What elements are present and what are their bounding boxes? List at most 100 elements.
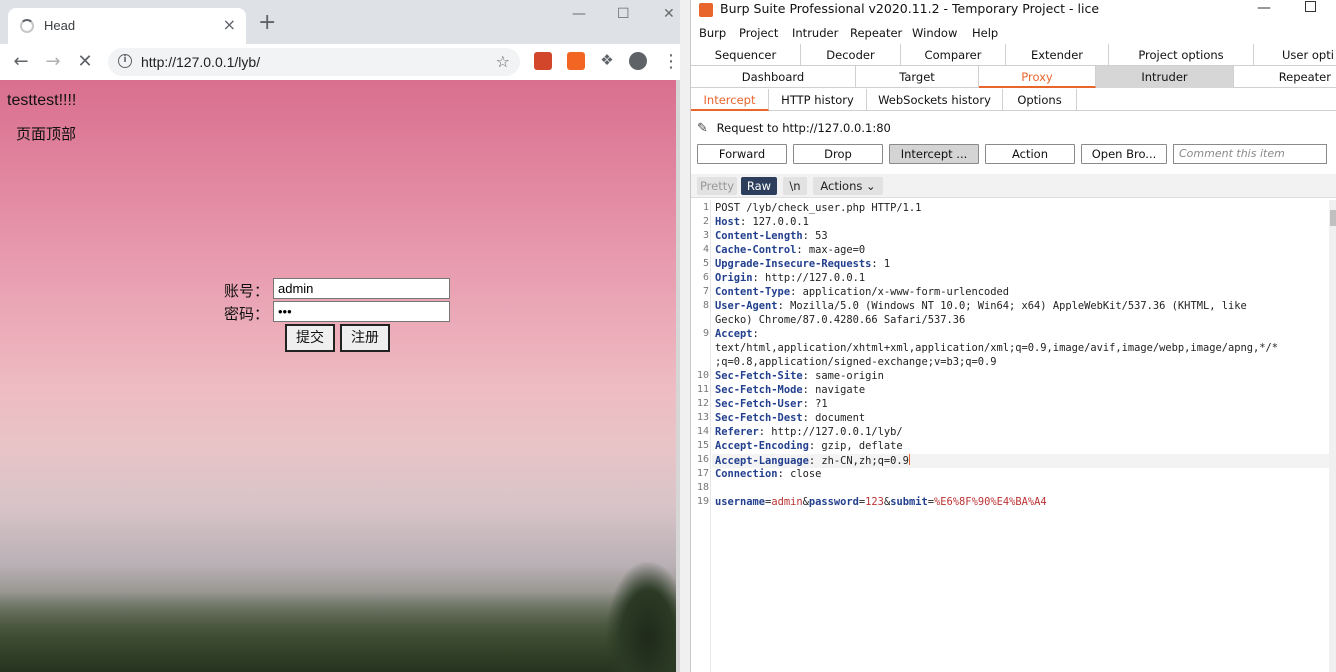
editor-scrollbar[interactable] [1329, 200, 1336, 672]
request-line[interactable]: Upgrade-Insecure-Requests: 1 [715, 258, 890, 270]
password-input[interactable] [273, 301, 450, 322]
new-tab-button[interactable]: + [258, 12, 276, 34]
header-name: Accept [715, 328, 753, 340]
profile-avatar-icon[interactable] [629, 52, 647, 70]
close-window-button[interactable]: ✕ [663, 6, 675, 22]
menu-repeater[interactable]: Repeater [850, 26, 902, 40]
submit-button[interactable]: 提交 [285, 324, 335, 352]
line-number: 5 [702, 258, 709, 269]
browser-tab[interactable]: Head × [8, 8, 246, 44]
tab-proxy[interactable]: Proxy [979, 66, 1096, 88]
intercept-toggle-button[interactable]: Intercept ... [889, 144, 979, 164]
menu-window[interactable]: Window [912, 26, 957, 40]
actions-dropdown[interactable]: Actions ⌄ [813, 177, 883, 195]
tab-dashboard[interactable]: Dashboard [691, 66, 856, 88]
pretty-tab[interactable]: Pretty [697, 177, 737, 195]
account-input[interactable] [273, 278, 450, 299]
header-name: Origin [715, 272, 753, 284]
line-number: 3 [702, 230, 709, 241]
raw-tab[interactable]: Raw [741, 177, 777, 195]
request-line[interactable]: Origin: http://127.0.0.1 [715, 272, 865, 284]
tab-repeater[interactable]: Repeater [1234, 66, 1336, 88]
menu-intruder[interactable]: Intruder [792, 26, 838, 40]
line-number: 14 [696, 426, 709, 437]
maximize-button[interactable]: ☐ [617, 6, 630, 22]
password-label: 密码： [224, 305, 270, 323]
bookmark-star-icon[interactable]: ☆ [496, 52, 510, 71]
menu-help[interactable]: Help [972, 26, 998, 40]
browser-toolbar: ← → ✕ i http://127.0.0.1/lyb/ ☆ ❖ ⋮ [0, 44, 680, 80]
burp-extension-icon[interactable] [567, 52, 585, 70]
request-line[interactable]: Accept-Language: zh-CN,zh;q=0.9 [715, 454, 910, 467]
tab-project-options[interactable]: Project options [1109, 44, 1254, 66]
menu-burp[interactable]: Burp [699, 26, 726, 40]
url-text[interactable]: http://127.0.0.1/lyb/ [141, 54, 260, 70]
tab-extender[interactable]: Extender [1006, 44, 1109, 66]
subtab-options[interactable]: Options [1003, 89, 1077, 111]
request-line[interactable]: Gecko) Chrome/87.0.4280.66 Safari/537.36 [715, 314, 965, 326]
request-line[interactable]: Content-Type: application/x-www-form-url… [715, 286, 1009, 298]
tab-intruder[interactable]: Intruder [1096, 66, 1234, 88]
address-bar[interactable]: i http://127.0.0.1/lyb/ ☆ [108, 48, 520, 76]
tab-target[interactable]: Target [856, 66, 979, 88]
request-editor[interactable]: 1 2 3 4 5 6 7 8 9 10 11 12 13 14 15 16 17 18 19 POST /lyb/… [691, 200, 1336, 672]
subtab-websockets-history[interactable]: WebSockets history [867, 89, 1003, 111]
line-number: 9 [702, 328, 709, 339]
action-button[interactable]: Action [985, 144, 1075, 164]
background-grass [0, 592, 676, 672]
forward-arrow-icon[interactable]: → [42, 51, 64, 72]
back-arrow-icon[interactable]: ← [10, 51, 32, 72]
tab-user-options[interactable]: User opti [1254, 44, 1336, 66]
browser-menu-icon[interactable]: ⋮ [660, 51, 682, 72]
tab-sequencer[interactable]: Sequencer [691, 44, 801, 66]
request-line[interactable]: Sec-Fetch-Mode: navigate [715, 384, 865, 396]
request-line[interactable]: ;q=0.8,application/signed-exchange;v=b3;… [715, 356, 997, 368]
drop-button[interactable]: Drop [793, 144, 883, 164]
header-name: Sec-Fetch-Site [715, 370, 803, 382]
scrollbar-thumb[interactable] [1330, 210, 1336, 226]
header-name: Accept-Language [715, 455, 809, 467]
request-line[interactable]: username=admin&password=123&submit=%E6%8… [715, 496, 1047, 508]
request-line[interactable]: Content-Length: 53 [715, 230, 828, 242]
open-browser-button[interactable]: Open Bro... [1081, 144, 1167, 164]
request-line[interactable]: Cache-Control: max-age=0 [715, 244, 865, 256]
request-line[interactable]: Sec-Fetch-Site: same-origin [715, 370, 884, 382]
stop-loading-icon[interactable]: ✕ [74, 51, 96, 72]
extensions-puzzle-icon[interactable]: ❖ [596, 51, 618, 69]
request-line[interactable]: Host: 127.0.0.1 [715, 216, 809, 228]
request-line[interactable]: Accept-Encoding: gzip, deflate [715, 440, 903, 452]
subtab-intercept[interactable]: Intercept [691, 89, 769, 111]
burp-maximize-button[interactable] [1305, 1, 1316, 12]
window-splitter[interactable] [676, 80, 680, 672]
extension-icon[interactable] [534, 52, 552, 70]
param-value: %E6%8F%90%E4%BA%A4 [934, 496, 1047, 508]
param-name: password [808, 496, 859, 508]
burp-minimize-button[interactable]: — [1257, 0, 1271, 16]
request-line[interactable]: Sec-Fetch-User: ?1 [715, 398, 828, 410]
request-line[interactable]: Accept: [715, 328, 765, 340]
request-line[interactable]: text/html,application/xhtml+xml,applicat… [715, 342, 1278, 354]
line-number: 8 [702, 300, 709, 311]
site-info-icon[interactable]: i [118, 54, 132, 68]
tab-decoder[interactable]: Decoder [801, 44, 901, 66]
desktop: Head × + — ☐ ✕ ← → ✕ i http://127.0.0.1/… [0, 0, 1336, 672]
comment-input[interactable]: Comment this item [1173, 144, 1327, 164]
request-line[interactable]: Sec-Fetch-Dest: document [715, 412, 865, 424]
request-line[interactable]: POST /lyb/check_user.php HTTP/1.1 [715, 202, 921, 214]
line-number: 4 [702, 244, 709, 255]
request-line[interactable]: Connection: close [715, 468, 821, 480]
menu-project[interactable]: Project [739, 26, 778, 40]
minimize-button[interactable]: — [572, 6, 586, 22]
line-number: 7 [702, 286, 709, 297]
request-line[interactable]: Referer: http://127.0.0.1/lyb/ [715, 426, 903, 438]
header-name: Sec-Fetch-Dest [715, 412, 803, 424]
request-line[interactable]: User-Agent: Mozilla/5.0 (Windows NT 10.0… [715, 300, 1247, 312]
subtab-http-history[interactable]: HTTP history [769, 89, 867, 111]
forward-button[interactable]: Forward [697, 144, 787, 164]
browser-window: Head × + — ☐ ✕ ← → ✕ i http://127.0.0.1/… [0, 0, 680, 672]
tab-close-icon[interactable]: × [223, 15, 236, 34]
register-button[interactable]: 注册 [340, 324, 390, 352]
header-name: Sec-Fetch-Mode [715, 384, 803, 396]
newline-toggle[interactable]: \n [783, 177, 807, 195]
tab-comparer[interactable]: Comparer [901, 44, 1006, 66]
